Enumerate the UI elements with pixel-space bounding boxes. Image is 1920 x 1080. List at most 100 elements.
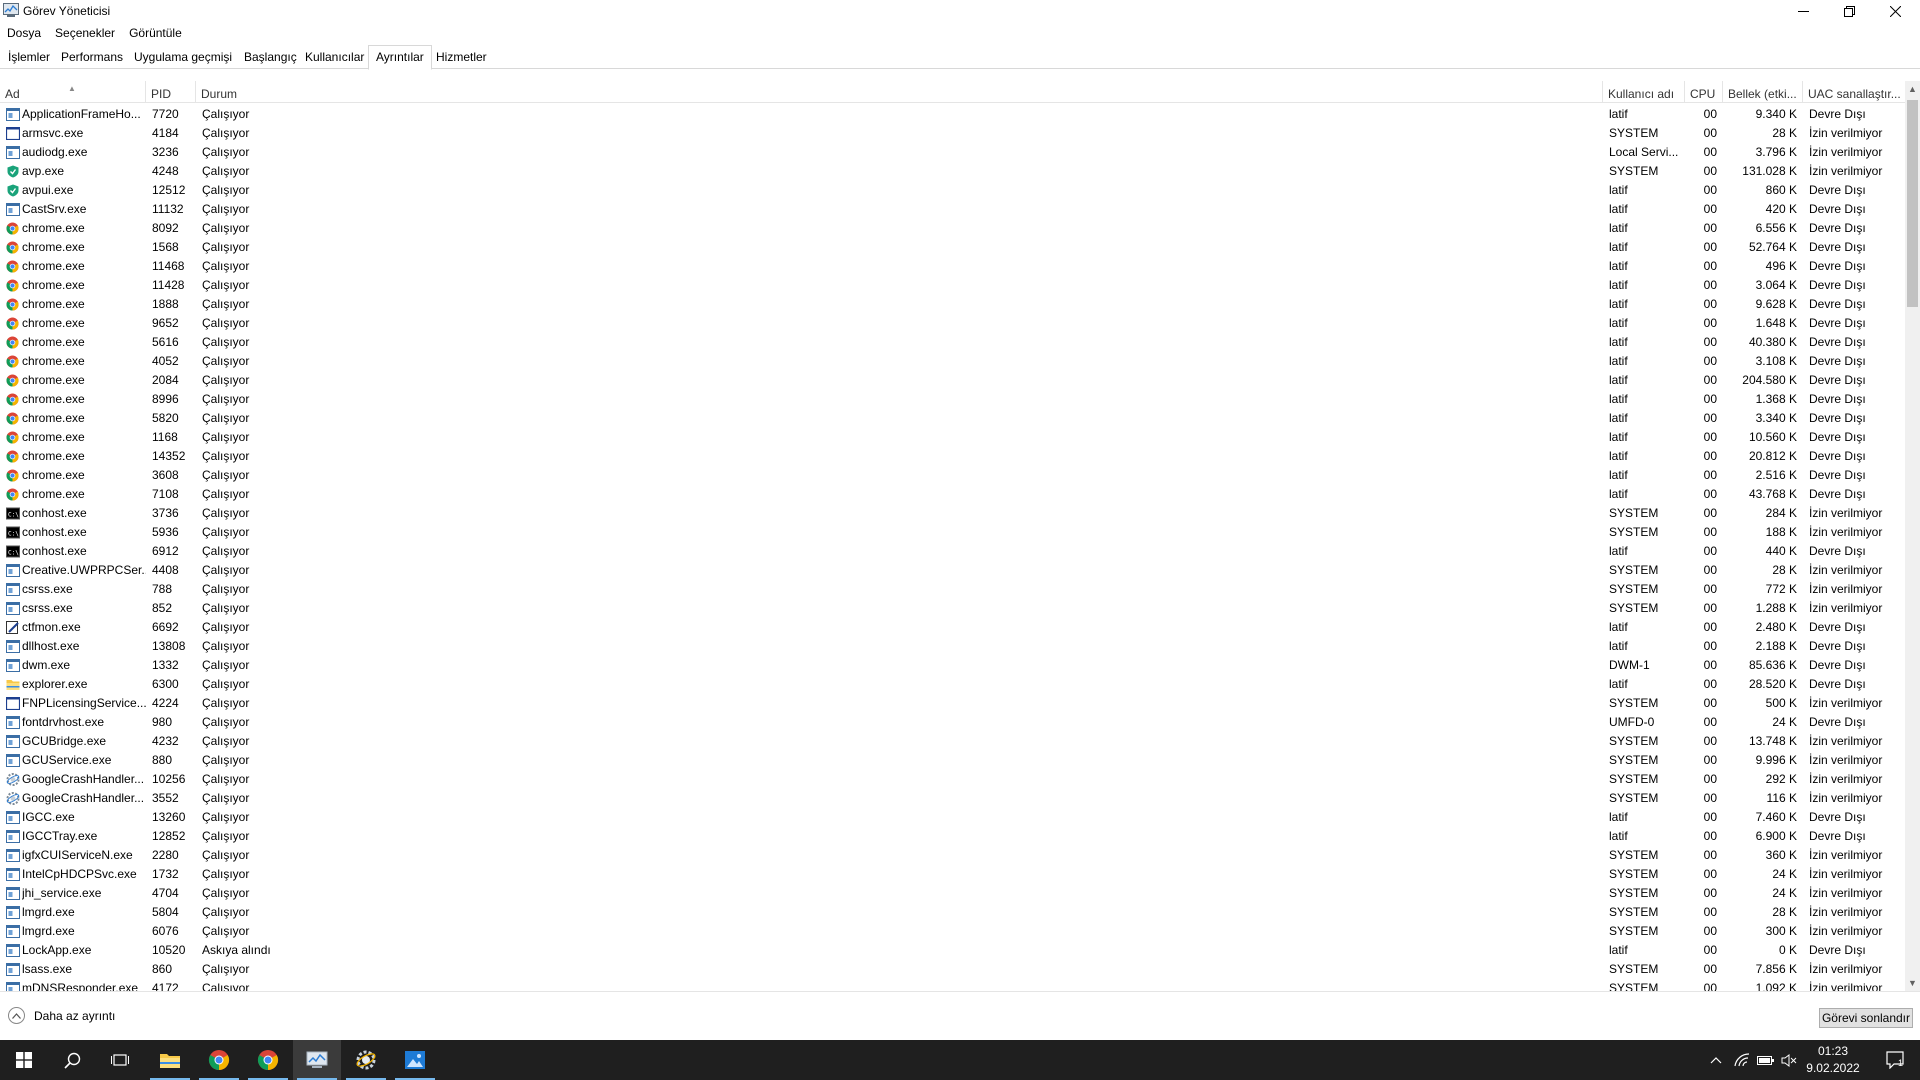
table-row[interactable]: chrome.exe 11468 Çalışıyor latif 00 496 K Devr… <box>0 257 1905 276</box>
process-memory: 3.796 K <box>1755 145 1797 159</box>
minimize-button[interactable] <box>1780 0 1826 22</box>
tab-startup[interactable]: Başlangıç <box>237 48 304 69</box>
table-row[interactable]: explorer.exe 6300 Çalışıyor latif 00 28.520 K… <box>0 675 1905 694</box>
taskbar-chrome-1[interactable] <box>195 1040 243 1080</box>
tray-battery[interactable] <box>1754 1040 1778 1080</box>
table-row[interactable]: chrome.exe 1888 Çalışıyor latif 00 9.628 K Dev… <box>0 295 1905 314</box>
tab-app-history[interactable]: Uygulama geçmişi <box>127 48 239 69</box>
table-row[interactable]: armsvc.exe 4184 Çalışıyor SYSTEM 00 28 K İzin … <box>0 124 1905 143</box>
menu-options[interactable]: Seçenekler <box>48 24 122 42</box>
scrollbar-thumb[interactable] <box>1907 100 1918 307</box>
table-row[interactable]: chrome.exe 5820 Çalışıyor latif 00 3.340 K Dev… <box>0 409 1905 428</box>
process-status: Çalışıyor <box>202 468 250 482</box>
tab-processes[interactable]: İşlemler <box>1 48 57 69</box>
process-pid: 1888 <box>152 297 179 311</box>
table-row[interactable]: chrome.exe 2084 Çalışıyor latif 00 204.580 K D… <box>0 371 1905 390</box>
taskbar-clock[interactable]: 01:23 9.02.2022 <box>1800 1043 1866 1077</box>
table-row[interactable]: GCUService.exe 880 Çalışıyor SYSTEM 00 9.996 … <box>0 751 1905 770</box>
taskbar-file-explorer[interactable] <box>146 1040 194 1080</box>
table-row[interactable]: IntelCpHDCPSvc.exe 1732 Çalışıyor SYSTEM 00 2… <box>0 865 1905 884</box>
table-row[interactable]: C:\ conhost.exe 3736 Çalışıyor SYSTEM 00 284 K… <box>0 504 1905 523</box>
column-header-memory[interactable]: Bellek (etki... <box>1723 81 1803 103</box>
table-row[interactable]: jhi_service.exe 4704 Çalışıyor SYSTEM 00 24 K… <box>0 884 1905 903</box>
table-row[interactable]: GoogleCrashHandler... 3552 Çalışıyor SYSTEM… <box>0 789 1905 808</box>
process-cpu: 00 <box>1703 981 1717 991</box>
start-button[interactable] <box>0 1040 48 1080</box>
column-header-status[interactable]: Durum <box>196 81 1603 103</box>
restore-button[interactable] <box>1826 0 1872 22</box>
table-row[interactable]: chrome.exe 3608 Çalışıyor latif 00 2.516 K Dev… <box>0 466 1905 485</box>
table-row[interactable]: CastSrv.exe 11132 Çalışıyor latif 00 420 K Dev… <box>0 200 1905 219</box>
table-row[interactable]: chrome.exe 8092 Çalışıyor latif 00 6.556 K Dev… <box>0 219 1905 238</box>
taskbar-chrome-2[interactable] <box>244 1040 292 1080</box>
column-header-uac[interactable]: UAC sanallaştır... <box>1803 81 1905 103</box>
table-row[interactable]: mDNSResponder.exe 4172 Çalışıyor SYSTEM 00 1.… <box>0 979 1905 991</box>
table-row[interactable]: IGCC.exe 13260 Çalışıyor latif 00 7.460 K Devr… <box>0 808 1905 827</box>
table-row[interactable]: chrome.exe 5616 Çalışıyor latif 00 40.380 K De… <box>0 333 1905 352</box>
table-row[interactable]: chrome.exe 14352 Çalışıyor latif 00 20.812 K D… <box>0 447 1905 466</box>
column-header-user[interactable]: Kullanıcı adı <box>1603 81 1685 103</box>
table-row[interactable]: IGCCTray.exe 12852 Çalışıyor latif 00 6.900 K… <box>0 827 1905 846</box>
menu-file[interactable]: Dosya <box>0 24 48 42</box>
less-details-toggle[interactable]: Daha az ayrıntı <box>8 1007 115 1024</box>
table-row[interactable]: dllhost.exe 13808 Çalışıyor latif 00 2.188 K D… <box>0 637 1905 656</box>
tray-network[interactable] <box>1730 1040 1754 1080</box>
table-row[interactable]: avp.exe 4248 Çalışıyor SYSTEM 00 131.028 K İzi… <box>0 162 1905 181</box>
table-row[interactable]: Creative.UWPRPCSer... 4408 Çalışıyor SYSTEM… <box>0 561 1905 580</box>
table-row[interactable]: avpui.exe 12512 Çalışıyor latif 00 860 K Devre… <box>0 181 1905 200</box>
process-user: SYSTEM <box>1609 696 1659 710</box>
task-view-button[interactable] <box>96 1040 144 1080</box>
table-row[interactable]: chrome.exe 7108 Çalışıyor latif 00 43.768 K De… <box>0 485 1905 504</box>
table-row[interactable]: chrome.exe 1568 Çalışıyor latif 00 52.764 K De… <box>0 238 1905 257</box>
table-row[interactable]: ApplicationFrameHo... 7720 Çalışıyor latif 0… <box>0 105 1905 124</box>
close-button[interactable] <box>1872 0 1918 22</box>
table-row[interactable]: lsass.exe 860 Çalışıyor SYSTEM 00 7.856 K İzin… <box>0 960 1905 979</box>
end-task-button[interactable]: Görevi sonlandır <box>1819 1008 1913 1028</box>
process-pid: 1168 <box>152 430 178 444</box>
table-row[interactable]: chrome.exe 11428 Çalışıyor latif 00 3.064 K De… <box>0 276 1905 295</box>
process-name: chrome.exe <box>22 449 85 463</box>
tray-show-hidden[interactable] <box>1702 1040 1730 1080</box>
table-row[interactable]: chrome.exe 9652 Çalışıyor latif 00 1.648 K Dev… <box>0 314 1905 333</box>
tab-users[interactable]: Kullanıcılar <box>298 48 371 69</box>
tab-performance[interactable]: Performans <box>54 48 130 69</box>
tray-volume[interactable] <box>1778 1040 1800 1080</box>
table-row[interactable]: audiodg.exe 3236 Çalışıyor Local Servi... 00… <box>0 143 1905 162</box>
scroll-up-icon[interactable]: ▲ <box>1905 81 1920 97</box>
process-uac: Devre Dışı <box>1809 829 1866 843</box>
table-row[interactable]: lmgrd.exe 5804 Çalışıyor SYSTEM 00 28 K İzin v… <box>0 903 1905 922</box>
process-user: latif <box>1609 639 1628 653</box>
table-row[interactable]: lmgrd.exe 6076 Çalışıyor SYSTEM 00 300 K İzin … <box>0 922 1905 941</box>
tab-details[interactable]: Ayrıntılar <box>368 45 432 70</box>
column-header-pid[interactable]: PID <box>146 81 196 103</box>
scroll-down-icon[interactable]: ▼ <box>1905 975 1920 991</box>
menu-view[interactable]: Görüntüle <box>122 24 189 42</box>
table-row[interactable]: GCUBridge.exe 4232 Çalışıyor SYSTEM 00 13.748… <box>0 732 1905 751</box>
table-row[interactable]: csrss.exe 852 Çalışıyor SYSTEM 00 1.288 K İzin… <box>0 599 1905 618</box>
taskbar-photos[interactable] <box>391 1040 439 1080</box>
table-row[interactable]: fontdrvhost.exe 980 Çalışıyor UMFD-0 00 24 K D… <box>0 713 1905 732</box>
table-row[interactable]: chrome.exe 8996 Çalışıyor latif 00 1.368 K Dev… <box>0 390 1905 409</box>
taskbar-task-manager[interactable] <box>293 1040 341 1080</box>
table-row[interactable]: FNPLicensingService... 4224 Çalışıyor SYSTE… <box>0 694 1905 713</box>
search-button[interactable] <box>48 1040 96 1080</box>
table-row[interactable]: igfxCUIServiceN.exe 2280 Çalışıyor SYSTEM 00… <box>0 846 1905 865</box>
table-row[interactable]: C:\ conhost.exe 6912 Çalışıyor latif 00 440 K D… <box>0 542 1905 561</box>
column-header-name[interactable]: ▲ Ad <box>0 81 146 103</box>
action-center-button[interactable]: 1 <box>1872 1040 1920 1080</box>
tab-services[interactable]: Hizmetler <box>429 48 494 69</box>
column-header-cpu[interactable]: CPU <box>1685 81 1723 103</box>
taskbar-app-gear[interactable] <box>342 1040 390 1080</box>
table-row[interactable]: GoogleCrashHandler... 10256 Çalışıyor SYSTE… <box>0 770 1905 789</box>
table-row[interactable]: dwm.exe 1332 Çalışıyor DWM-1 00 85.636 K Devre… <box>0 656 1905 675</box>
process-uac: Devre Dışı <box>1809 715 1866 729</box>
table-row[interactable]: chrome.exe 1168 Çalışıyor latif 00 10.560 K De… <box>0 428 1905 447</box>
process-name: CastSrv.exe <box>22 202 87 216</box>
table-row[interactable]: LockApp.exe 10520 Askıya alındı latif 00 0 K D… <box>0 941 1905 960</box>
table-row[interactable]: chrome.exe 4052 Çalışıyor latif 00 3.108 K Dev… <box>0 352 1905 371</box>
table-row[interactable]: C:\ conhost.exe 5936 Çalışıyor SYSTEM 00 188 K… <box>0 523 1905 542</box>
table-row[interactable]: ctfmon.exe 6692 Çalışıyor latif 00 2.480 K Dev… <box>0 618 1905 637</box>
table-row[interactable]: csrss.exe 788 Çalışıyor SYSTEM 00 772 K İzin v… <box>0 580 1905 599</box>
process-name: dllhost.exe <box>22 639 80 653</box>
vertical-scrollbar[interactable]: ▲ ▼ <box>1905 81 1920 991</box>
